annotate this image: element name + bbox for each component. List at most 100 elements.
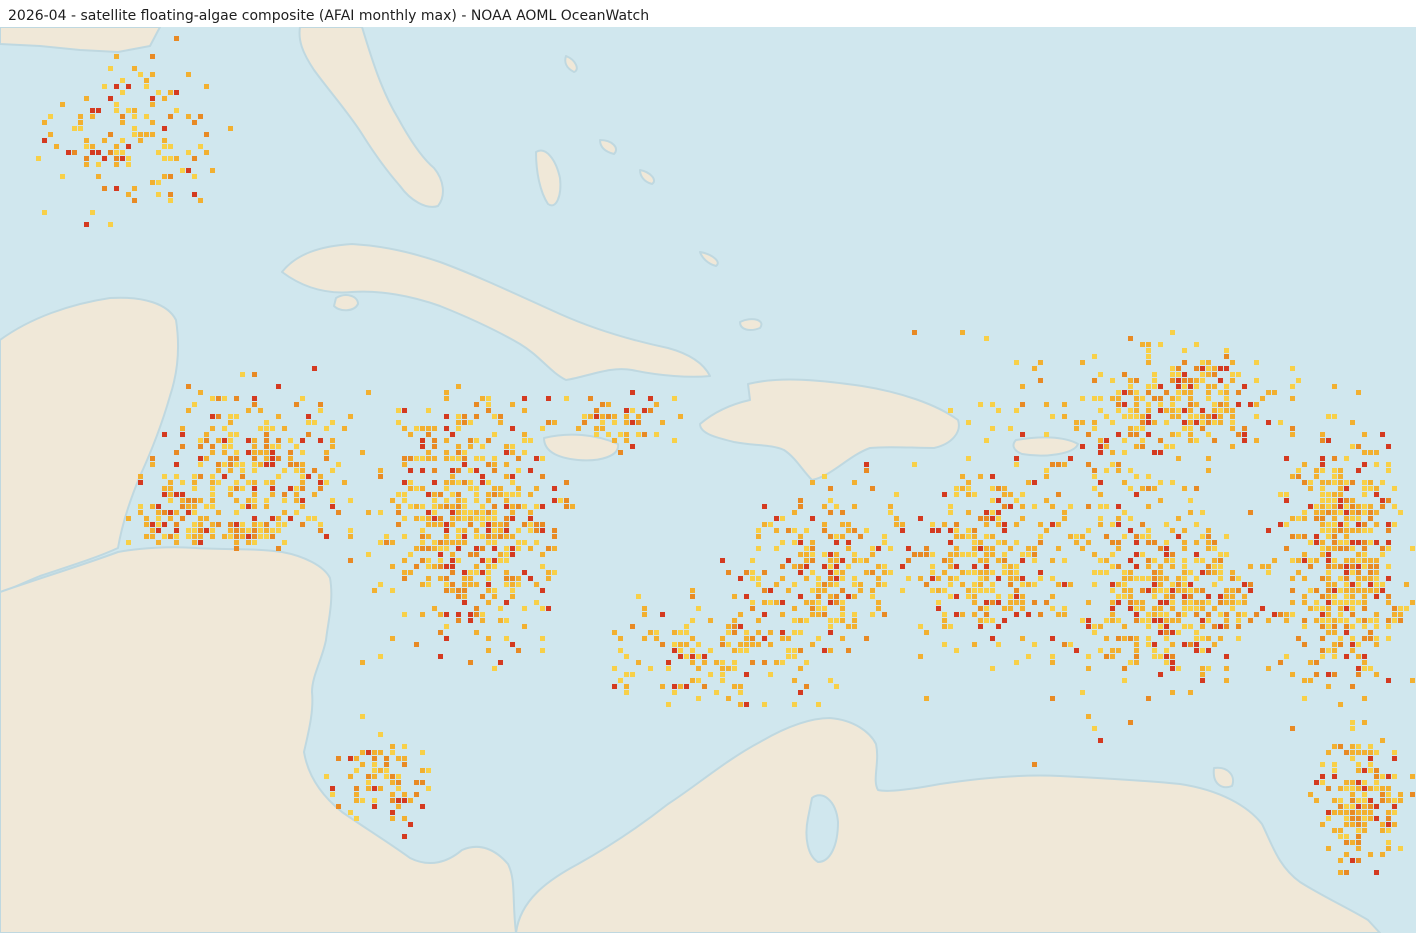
algae-pixel xyxy=(576,426,581,431)
algae-pixel xyxy=(1356,846,1361,851)
algae-pixel xyxy=(1098,738,1103,743)
algae-pixel xyxy=(660,420,665,425)
algae-pixel xyxy=(420,780,425,785)
algae-pixel xyxy=(1122,636,1127,641)
algae-pixel xyxy=(174,450,179,455)
algae-pixel xyxy=(654,402,659,407)
algae-pixel xyxy=(1116,516,1121,521)
algae-pixel xyxy=(1332,414,1337,419)
algae-pixel xyxy=(966,420,971,425)
algae-pixel xyxy=(1398,606,1403,611)
algae-pixel xyxy=(1368,666,1373,671)
algae-pixel xyxy=(1116,522,1121,527)
algae-pixel xyxy=(1356,576,1361,581)
algae-pixel xyxy=(588,414,593,419)
algae-pixel xyxy=(1326,558,1331,563)
algae-pixel xyxy=(114,84,119,89)
algae-pixel xyxy=(270,450,275,455)
algae-pixel xyxy=(1362,492,1367,497)
map-viewport[interactable] xyxy=(0,27,1416,933)
algae-pixel xyxy=(432,510,437,515)
algae-pixel xyxy=(1158,612,1163,617)
algae-pixel xyxy=(1320,762,1325,767)
algae-pixel xyxy=(1170,690,1175,695)
algae-pixel xyxy=(1356,504,1361,509)
algae-pixel xyxy=(360,714,365,719)
algae-pixel xyxy=(1212,420,1217,425)
algae-pixel xyxy=(126,162,131,167)
algae-pixel xyxy=(1326,510,1331,515)
algae-pixel xyxy=(390,636,395,641)
algae-pixel xyxy=(1218,408,1223,413)
algae-pixel xyxy=(882,570,887,575)
algae-pixel xyxy=(1170,660,1175,665)
algae-pixel xyxy=(1398,618,1403,623)
algae-pixel xyxy=(840,612,845,617)
algae-pixel xyxy=(1338,564,1343,569)
algae-pixel xyxy=(1344,516,1349,521)
algae-pixel xyxy=(906,546,911,551)
algae-pixel xyxy=(1356,642,1361,647)
algae-pixel xyxy=(1374,462,1379,467)
algae-pixel xyxy=(396,786,401,791)
algae-pixel xyxy=(960,486,965,491)
algae-pixel xyxy=(1380,498,1385,503)
algae-pixel xyxy=(420,528,425,533)
algae-pixel xyxy=(426,492,431,497)
algae-pixel xyxy=(276,444,281,449)
algae-pixel xyxy=(1218,636,1223,641)
algae-pixel xyxy=(504,474,509,479)
algae-pixel xyxy=(1188,606,1193,611)
algae-pixel xyxy=(1068,456,1073,461)
algae-pixel xyxy=(738,576,743,581)
algae-pixel xyxy=(696,654,701,659)
algae-pixel xyxy=(1314,516,1319,521)
algae-pixel xyxy=(174,534,179,539)
algae-pixel xyxy=(1410,600,1415,605)
algae-pixel xyxy=(708,618,713,623)
algae-pixel xyxy=(1122,678,1127,683)
algae-pixel xyxy=(924,546,929,551)
algae-pixel xyxy=(1062,582,1067,587)
algae-pixel xyxy=(1344,834,1349,839)
algae-pixel xyxy=(798,540,803,545)
algae-pixel xyxy=(1308,606,1313,611)
algae-pixel xyxy=(1374,768,1379,773)
algae-pixel xyxy=(1032,762,1037,767)
algae-pixel xyxy=(420,582,425,587)
algae-pixel xyxy=(432,516,437,521)
algae-pixel xyxy=(804,684,809,689)
algae-pixel xyxy=(480,474,485,479)
algae-pixel xyxy=(1116,468,1121,473)
algae-pixel xyxy=(450,540,455,545)
algae-pixel xyxy=(228,420,233,425)
algae-pixel xyxy=(1116,402,1121,407)
algae-pixel xyxy=(438,630,443,635)
algae-pixel xyxy=(924,696,929,701)
algae-pixel xyxy=(1032,504,1037,509)
algae-pixel xyxy=(552,498,557,503)
algae-pixel xyxy=(1170,582,1175,587)
algae-pixel xyxy=(1338,612,1343,617)
algae-pixel xyxy=(1320,774,1325,779)
algae-pixel xyxy=(1152,420,1157,425)
algae-pixel xyxy=(366,510,371,515)
algae-pixel xyxy=(1356,744,1361,749)
algae-pixel xyxy=(1134,378,1139,383)
algae-pixel xyxy=(462,480,467,485)
algae-pixel xyxy=(456,414,461,419)
algae-pixel xyxy=(960,582,965,587)
algae-pixel xyxy=(522,450,527,455)
algae-pixel xyxy=(1164,612,1169,617)
algae-pixel xyxy=(816,588,821,593)
algae-pixel xyxy=(186,150,191,155)
algae-pixel xyxy=(1326,414,1331,419)
algae-pixel xyxy=(1326,612,1331,617)
algae-pixel xyxy=(450,474,455,479)
algae-pixel xyxy=(402,558,407,563)
algae-pixel xyxy=(180,426,185,431)
algae-pixel xyxy=(840,522,845,527)
algae-pixel xyxy=(1134,534,1139,539)
algae-pixel xyxy=(1248,510,1253,515)
algae-pixel xyxy=(1152,384,1157,389)
